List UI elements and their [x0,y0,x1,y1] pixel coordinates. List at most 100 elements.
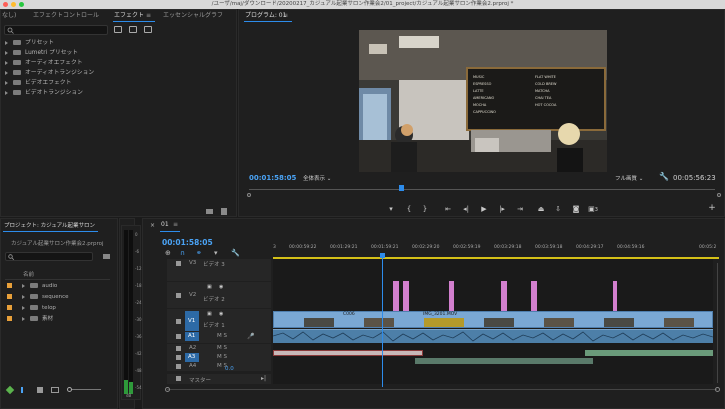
zoom-slider-handle[interactable] [67,387,72,392]
playback-quality-select[interactable]: フル画質 ⌄ [615,174,643,182]
button-editor-plus-icon[interactable]: + [707,203,717,213]
tab-program[interactable]: プログラム: 01 [245,11,286,21]
wrench-icon[interactable]: 🔧 [659,172,669,181]
effects-search-input[interactable] [4,25,108,35]
v2-clip[interactable] [449,281,454,311]
timeline-menu-icon[interactable]: ≡ [173,220,178,230]
snap-icon[interactable]: ∩ [180,249,185,257]
effects-item-video-transitions[interactable]: ビデオトランジション [5,88,83,98]
timeline-timecode[interactable]: 00:01:58:05 [162,238,213,247]
program-scrub-bar[interactable] [249,189,715,190]
effects-item-audio-effects[interactable]: オーディオエフェクト [5,58,83,68]
step-forward-icon[interactable]: |▸ [497,204,507,214]
pencil-icon[interactable] [5,385,15,395]
effects-item-video-effects[interactable]: ビデオエフェクト [5,78,71,88]
go-to-in-icon[interactable]: ⇤ [443,204,453,214]
program-menu-icon[interactable]: ≡ [283,11,288,21]
zoom-window-icon[interactable] [19,2,24,7]
scroll-handle-left[interactable] [165,387,170,392]
go-to-end-icon[interactable]: ▸| [261,375,266,382]
column-name-header[interactable]: 名前 [23,270,34,278]
mute-solo-a1[interactable]: M S [217,333,227,339]
lock-icon[interactable] [176,261,181,266]
effects-panel-menu-icon[interactable]: ≡ [146,11,151,21]
program-playhead[interactable] [399,185,404,191]
minimize-window-icon[interactable] [11,2,16,7]
mark-in-icon[interactable]: { [405,204,413,214]
tab-project[interactable]: プロジェクト: カジュアル起業サロン [4,221,95,231]
comparison-view-icon[interactable]: ▣3 [587,204,599,215]
sync-lock-icon[interactable]: ▣ [207,284,212,290]
freeform-view-icon[interactable] [51,387,59,393]
a2-audio-clip-right[interactable] [585,350,713,356]
lock-icon[interactable] [176,346,181,351]
sync-lock-icon[interactable]: ▣ [207,311,212,317]
delete-icon[interactable] [221,208,227,215]
lock-icon[interactable] [176,293,181,298]
32bit-effects-icon[interactable] [129,26,137,33]
list-view-icon[interactable] [21,387,28,393]
tab-none[interactable]: なし) [2,11,16,21]
yuv-effects-icon[interactable] [144,26,152,33]
a3-audio-clip[interactable] [415,358,593,364]
mark-out-icon[interactable]: } [421,204,429,214]
v2-clip[interactable] [393,281,399,311]
lock-icon[interactable] [176,355,181,360]
lock-icon[interactable] [176,319,181,324]
effects-item-lumetri[interactable]: Lumetri プリセット [5,48,78,58]
scroll-handle-right[interactable] [715,387,720,392]
mute-solo-a3[interactable]: M S [217,354,227,360]
new-bin-icon[interactable] [206,209,213,214]
scroll-handle-right[interactable] [717,193,721,197]
go-to-out-icon[interactable]: ⇥ [515,204,525,214]
zoom-slider[interactable] [67,389,101,390]
step-back-icon[interactable]: ◂| [461,204,471,214]
v2-clip[interactable] [613,281,617,311]
v1-clip-strip[interactable] [273,311,713,328]
horizontal-scrollbar[interactable] [167,389,717,393]
nest-toggle-icon[interactable]: ⊕ [165,249,171,257]
bin-audio[interactable]: audio [7,281,57,292]
a1-audio-clip[interactable] [273,329,713,343]
master-volume[interactable]: 0.0 [225,366,234,372]
lock-icon[interactable] [176,364,181,369]
v2-clip[interactable] [403,281,409,311]
tab-sequence-01[interactable]: 01 [161,220,169,230]
accelerated-effects-icon[interactable] [114,26,122,33]
lift-icon[interactable]: ⏏ [536,204,546,214]
vertical-scrollbar[interactable] [717,263,722,383]
bin-telop[interactable]: telop [7,303,56,314]
mute-solo-a2[interactable]: M S [217,345,227,351]
effects-item-presets[interactable]: プリセット [5,38,54,48]
play-icon[interactable]: ▶ [479,204,489,214]
a2-audio-clip[interactable] [273,350,423,356]
v2-clip[interactable] [531,281,537,311]
effects-item-audio-transitions[interactable]: オーディオトランジション [5,68,94,78]
close-window-icon[interactable] [3,2,8,7]
export-frame-icon[interactable]: ◙ [571,204,581,214]
add-marker-icon[interactable]: ▾ [214,249,218,257]
tab-essential-graphics[interactable]: エッセンシャルグラフ [163,11,223,21]
mic-icon[interactable]: 🎤 [247,333,254,340]
bin-material[interactable]: 素材 [7,314,53,325]
tab-effect-controls[interactable]: エフェクトコントロール [33,11,99,21]
add-marker-icon[interactable]: ▾ [387,204,395,214]
timeline-playhead-line[interactable] [382,257,383,387]
new-bin-icon[interactable] [103,254,110,259]
program-timecode[interactable]: 00:01:58:05 [249,174,296,182]
tab-effects[interactable]: エフェクト [114,11,144,21]
lock-icon[interactable] [176,376,181,381]
eye-icon[interactable]: ◉ [219,311,223,317]
bin-sequence[interactable]: sequence [7,292,69,303]
timeline-settings-icon[interactable]: 🔧 [231,249,240,257]
icon-view-icon[interactable] [37,387,43,393]
linked-selection-icon[interactable]: ⚭ [196,249,202,257]
scroll-handle-left[interactable] [247,193,251,197]
extract-icon[interactable]: ⇩ [553,204,563,214]
close-sequence-icon[interactable]: × [150,222,155,229]
zoom-level-select[interactable]: 全体表示 ⌄ [303,174,331,182]
v2-clip[interactable] [501,281,507,311]
project-search-input[interactable] [5,252,93,261]
lock-icon[interactable] [176,334,181,339]
eye-icon[interactable]: ◉ [219,284,223,290]
